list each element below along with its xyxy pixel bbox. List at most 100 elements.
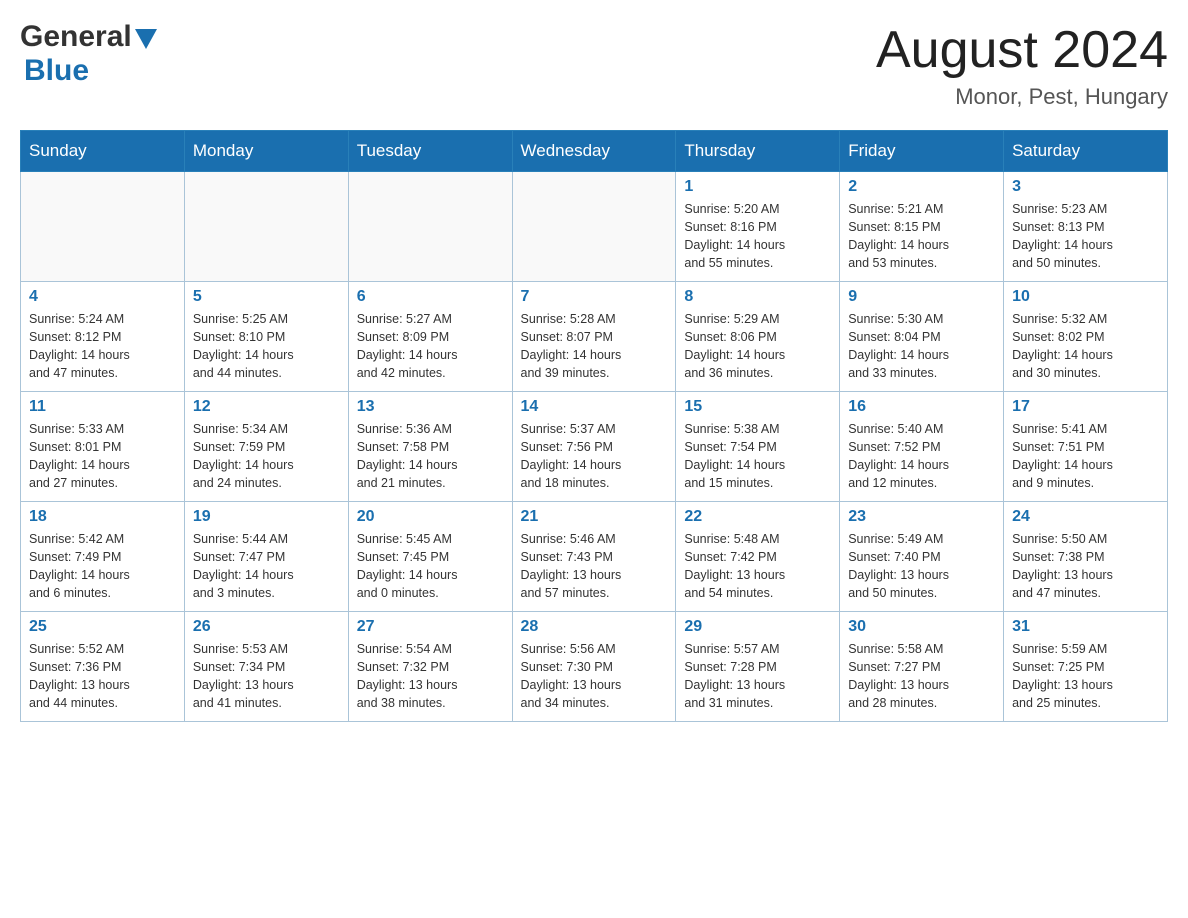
- calendar-day-4: 4Sunrise: 5:24 AM Sunset: 8:12 PM Daylig…: [21, 282, 185, 392]
- day-info: Sunrise: 5:44 AM Sunset: 7:47 PM Dayligh…: [193, 530, 340, 603]
- location-text: Monor, Pest, Hungary: [876, 84, 1168, 110]
- day-number: 15: [684, 398, 831, 416]
- day-number: 20: [357, 508, 504, 526]
- day-number: 5: [193, 288, 340, 306]
- calendar-day-17: 17 Sunrise: 5:41 AM Sunset: 7:51 PM Dayli…: [1004, 392, 1168, 502]
- calendar-day-31: 31 Sunrise: 5:59 AM Sunset: 7:25 PM Dayli…: [1004, 612, 1168, 722]
- calendar-day-10: 10 Sunrise: 5:32 AM Sunset: 8:02 PM Dayli…: [1004, 282, 1168, 392]
- calendar-day-7: 7 Sunrise: 5:28 AM Sunset: 8:07 PM Daylig…: [512, 282, 676, 392]
- calendar-table: SundayMondayTuesdayWednesdayThursdayFrid…: [20, 130, 1168, 722]
- logo-blue-text: Blue: [24, 54, 157, 88]
- day-info: Sunrise: 5:20 AM Sunset: 8:16 PM Dayligh…: [684, 200, 831, 273]
- page-header: General Blue August 2024 Monor, Pest, Hu…: [20, 20, 1168, 110]
- calendar-empty-cell: [512, 172, 676, 282]
- calendar-day-1: 1 Sunrise: 5:20 AM Sunset: 8:16 PM Daylig…: [676, 172, 840, 282]
- calendar-header-tuesday: Tuesday: [348, 131, 512, 172]
- calendar-day-14: 14Sunrise: 5:37 AM Sunset: 7:56 PM Dayli…: [512, 392, 676, 502]
- day-info: Sunrise: 5:21 AM Sunset: 8:15 PM Dayligh…: [848, 200, 995, 273]
- calendar-header-sunday: Sunday: [21, 131, 185, 172]
- calendar-week-row: 25Sunrise: 5:52 AM Sunset: 7:36 PM Dayli…: [21, 612, 1168, 722]
- day-number: 3: [1012, 178, 1159, 196]
- calendar-header-wednesday: Wednesday: [512, 131, 676, 172]
- day-number: 14: [521, 398, 668, 416]
- calendar-empty-cell: [184, 172, 348, 282]
- day-number: 11: [29, 398, 176, 416]
- calendar-header-saturday: Saturday: [1004, 131, 1168, 172]
- calendar-day-30: 30Sunrise: 5:58 AM Sunset: 7:27 PM Dayli…: [840, 612, 1004, 722]
- calendar-day-29: 29 Sunrise: 5:57 AM Sunset: 7:28 PM Dayli…: [676, 612, 840, 722]
- calendar-header-monday: Monday: [184, 131, 348, 172]
- day-info: Sunrise: 5:32 AM Sunset: 8:02 PM Dayligh…: [1012, 310, 1159, 383]
- logo-general-text: General: [20, 20, 132, 54]
- day-info: Sunrise: 5:36 AM Sunset: 7:58 PM Dayligh…: [357, 420, 504, 493]
- calendar-day-27: 27 Sunrise: 5:54 AM Sunset: 7:32 PM Dayli…: [348, 612, 512, 722]
- day-info: Sunrise: 5:59 AM Sunset: 7:25 PM Dayligh…: [1012, 640, 1159, 713]
- day-info: Sunrise: 5:27 AM Sunset: 8:09 PM Dayligh…: [357, 310, 504, 383]
- day-info: Sunrise: 5:48 AM Sunset: 7:42 PM Dayligh…: [684, 530, 831, 603]
- day-info: Sunrise: 5:41 AM Sunset: 7:51 PM Dayligh…: [1012, 420, 1159, 493]
- calendar-day-15: 15Sunrise: 5:38 AM Sunset: 7:54 PM Dayli…: [676, 392, 840, 502]
- day-number: 4: [29, 288, 176, 306]
- calendar-week-row: 1 Sunrise: 5:20 AM Sunset: 8:16 PM Daylig…: [21, 172, 1168, 282]
- calendar-day-23: 23Sunrise: 5:49 AM Sunset: 7:40 PM Dayli…: [840, 502, 1004, 612]
- calendar-day-16: 16 Sunrise: 5:40 AM Sunset: 7:52 PM Dayli…: [840, 392, 1004, 502]
- day-info: Sunrise: 5:57 AM Sunset: 7:28 PM Dayligh…: [684, 640, 831, 713]
- day-number: 26: [193, 618, 340, 636]
- day-number: 27: [357, 618, 504, 636]
- day-number: 16: [848, 398, 995, 416]
- day-number: 21: [521, 508, 668, 526]
- day-number: 31: [1012, 618, 1159, 636]
- calendar-day-26: 26 Sunrise: 5:53 AM Sunset: 7:34 PM Dayli…: [184, 612, 348, 722]
- day-info: Sunrise: 5:56 AM Sunset: 7:30 PM Dayligh…: [521, 640, 668, 713]
- calendar-header-friday: Friday: [840, 131, 1004, 172]
- day-info: Sunrise: 5:25 AM Sunset: 8:10 PM Dayligh…: [193, 310, 340, 383]
- calendar-day-2: 2 Sunrise: 5:21 AM Sunset: 8:15 PM Daylig…: [840, 172, 1004, 282]
- day-number: 7: [521, 288, 668, 306]
- day-info: Sunrise: 5:40 AM Sunset: 7:52 PM Dayligh…: [848, 420, 995, 493]
- calendar-day-8: 8Sunrise: 5:29 AM Sunset: 8:06 PM Daylig…: [676, 282, 840, 392]
- calendar-day-9: 9 Sunrise: 5:30 AM Sunset: 8:04 PM Daylig…: [840, 282, 1004, 392]
- logo: General Blue: [20, 20, 157, 88]
- day-info: Sunrise: 5:52 AM Sunset: 7:36 PM Dayligh…: [29, 640, 176, 713]
- day-number: 19: [193, 508, 340, 526]
- day-number: 28: [521, 618, 668, 636]
- day-number: 22: [684, 508, 831, 526]
- calendar-header-thursday: Thursday: [676, 131, 840, 172]
- day-info: Sunrise: 5:50 AM Sunset: 7:38 PM Dayligh…: [1012, 530, 1159, 603]
- day-number: 13: [357, 398, 504, 416]
- calendar-day-18: 18Sunrise: 5:42 AM Sunset: 7:49 PM Dayli…: [21, 502, 185, 612]
- day-info: Sunrise: 5:46 AM Sunset: 7:43 PM Dayligh…: [521, 530, 668, 603]
- day-number: 2: [848, 178, 995, 196]
- day-number: 10: [1012, 288, 1159, 306]
- day-number: 6: [357, 288, 504, 306]
- calendar-empty-cell: [348, 172, 512, 282]
- day-number: 17: [1012, 398, 1159, 416]
- day-info: Sunrise: 5:30 AM Sunset: 8:04 PM Dayligh…: [848, 310, 995, 383]
- logo-triangle-icon: [135, 29, 157, 49]
- calendar-empty-cell: [21, 172, 185, 282]
- day-number: 29: [684, 618, 831, 636]
- day-number: 12: [193, 398, 340, 416]
- calendar-day-13: 13 Sunrise: 5:36 AM Sunset: 7:58 PM Dayli…: [348, 392, 512, 502]
- calendar-header-row: SundayMondayTuesdayWednesdayThursdayFrid…: [21, 131, 1168, 172]
- day-info: Sunrise: 5:54 AM Sunset: 7:32 PM Dayligh…: [357, 640, 504, 713]
- calendar-day-24: 24Sunrise: 5:50 AM Sunset: 7:38 PM Dayli…: [1004, 502, 1168, 612]
- calendar-week-row: 4Sunrise: 5:24 AM Sunset: 8:12 PM Daylig…: [21, 282, 1168, 392]
- day-number: 1: [684, 178, 831, 196]
- calendar-day-20: 20 Sunrise: 5:45 AM Sunset: 7:45 PM Dayli…: [348, 502, 512, 612]
- day-info: Sunrise: 5:42 AM Sunset: 7:49 PM Dayligh…: [29, 530, 176, 603]
- day-number: 8: [684, 288, 831, 306]
- calendar-day-6: 6 Sunrise: 5:27 AM Sunset: 8:09 PM Daylig…: [348, 282, 512, 392]
- day-info: Sunrise: 5:34 AM Sunset: 7:59 PM Dayligh…: [193, 420, 340, 493]
- calendar-day-22: 22 Sunrise: 5:48 AM Sunset: 7:42 PM Dayli…: [676, 502, 840, 612]
- day-info: Sunrise: 5:28 AM Sunset: 8:07 PM Dayligh…: [521, 310, 668, 383]
- day-number: 30: [848, 618, 995, 636]
- calendar-day-11: 11 Sunrise: 5:33 AM Sunset: 8:01 PM Dayli…: [21, 392, 185, 502]
- day-info: Sunrise: 5:53 AM Sunset: 7:34 PM Dayligh…: [193, 640, 340, 713]
- day-info: Sunrise: 5:49 AM Sunset: 7:40 PM Dayligh…: [848, 530, 995, 603]
- calendar-day-21: 21 Sunrise: 5:46 AM Sunset: 7:43 PM Dayli…: [512, 502, 676, 612]
- day-number: 9: [848, 288, 995, 306]
- day-info: Sunrise: 5:45 AM Sunset: 7:45 PM Dayligh…: [357, 530, 504, 603]
- calendar-day-12: 12 Sunrise: 5:34 AM Sunset: 7:59 PM Dayli…: [184, 392, 348, 502]
- day-info: Sunrise: 5:33 AM Sunset: 8:01 PM Dayligh…: [29, 420, 176, 493]
